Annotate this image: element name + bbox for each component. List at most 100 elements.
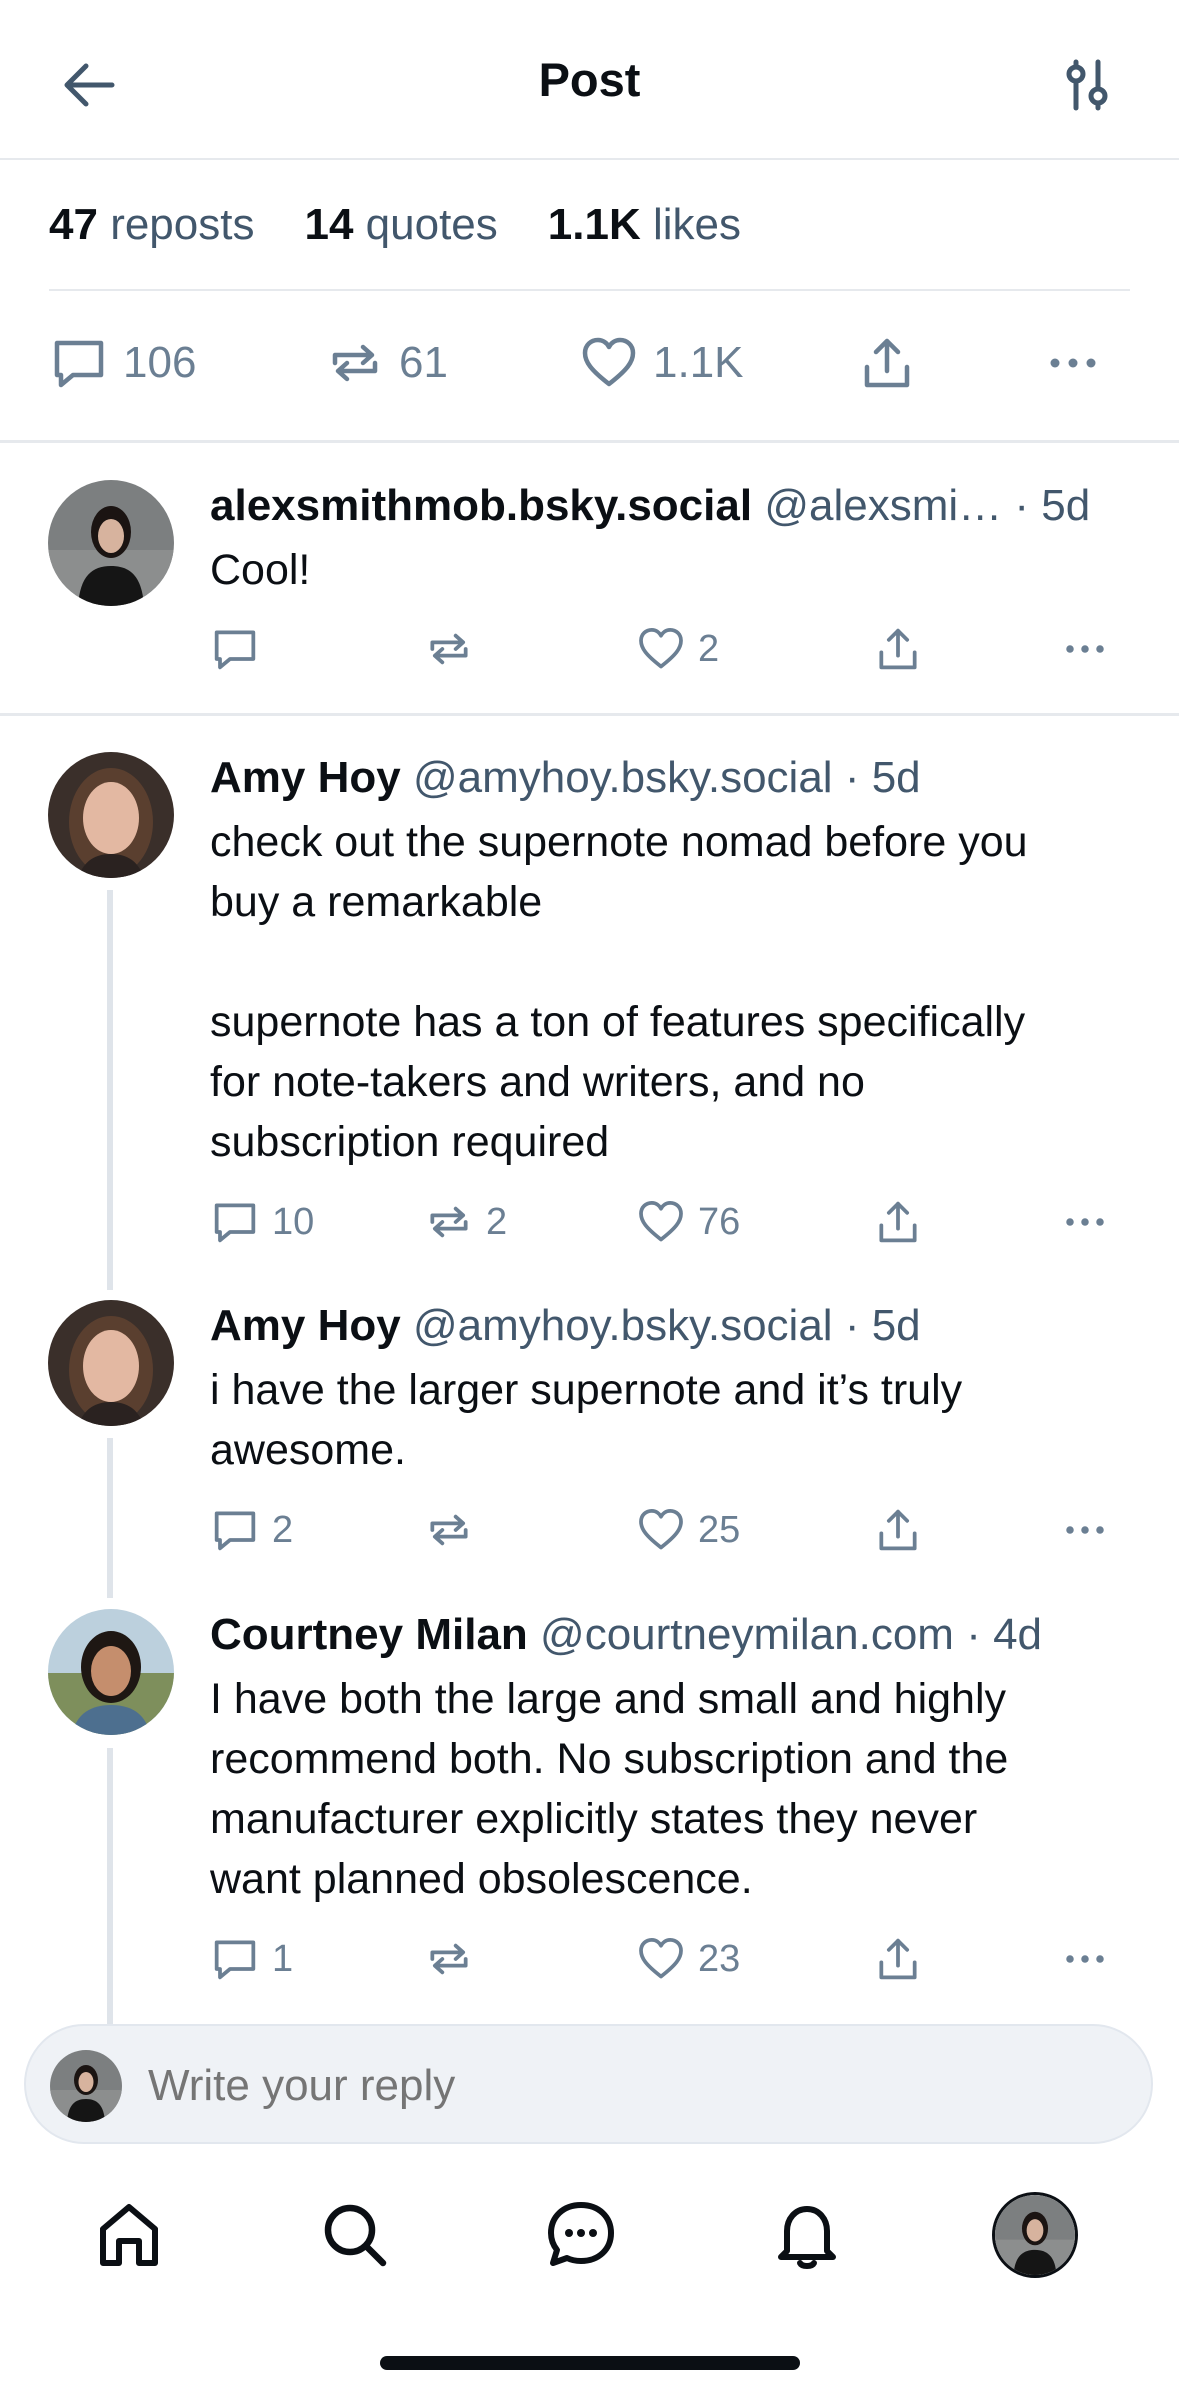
author-handle[interactable]: @alexsmi…	[764, 481, 1002, 530]
chat-icon	[548, 2202, 614, 2266]
repost-button[interactable]: 2	[424, 1194, 507, 1250]
avatar[interactable]	[48, 752, 174, 878]
like-count: 1.1K	[653, 338, 744, 387]
like-button[interactable]: 2	[636, 621, 719, 677]
share-button[interactable]	[873, 621, 935, 677]
repost-button[interactable]	[424, 1502, 486, 1558]
like-button[interactable]: 25	[636, 1502, 740, 1558]
quotes-count: 14	[304, 200, 354, 249]
reply-button[interactable]: 10	[210, 1194, 314, 1250]
heart-icon	[639, 627, 683, 669]
post-text: Cool!	[210, 546, 311, 594]
post-text: I have both the large and small and high…	[210, 1675, 1009, 1903]
sliders-icon	[1066, 59, 1108, 111]
repost-button[interactable]: 61	[325, 328, 448, 398]
reply-composer[interactable]	[24, 2024, 1153, 2144]
author-handle[interactable]: @courtneymilan.com	[540, 1610, 954, 1659]
share-button[interactable]	[873, 1194, 935, 1250]
reply-input[interactable]	[148, 2056, 848, 2116]
stats-divider	[49, 289, 1130, 291]
tab-home[interactable]	[74, 2180, 184, 2290]
avatar[interactable]	[48, 1609, 174, 1735]
more-icon	[1066, 1526, 1104, 1534]
reply-post[interactable]: alexsmithmob.bsky.social @alexsmi… · 5d …	[0, 470, 1179, 713]
more-options-button[interactable]	[1060, 1502, 1122, 1558]
post-content: Amy Hoy @amyhoy.bsky.social · 5d i have …	[210, 1296, 1131, 1480]
search-icon	[324, 2204, 387, 2267]
repost-button[interactable]	[424, 621, 486, 677]
like-count: 2	[698, 627, 720, 670]
quotes-stat[interactable]: 14 quotes	[304, 195, 497, 255]
like-count: 76	[698, 1200, 741, 1243]
reply-count: 10	[272, 1200, 315, 1243]
more-options-button[interactable]	[1043, 328, 1117, 398]
like-button[interactable]: 1.1K	[579, 328, 744, 398]
share-button[interactable]	[873, 1502, 935, 1558]
share-button[interactable]	[873, 1931, 935, 1987]
main-post-actions: 106 61 1.1K	[49, 328, 1130, 398]
avatar-image	[48, 480, 174, 606]
bottom-tab-bar	[0, 2180, 1179, 2290]
like-count: 23	[698, 1937, 741, 1980]
author-name[interactable]: Courtney Milan	[210, 1610, 528, 1659]
reply-button[interactable]	[210, 621, 272, 677]
reply-post[interactable]: Amy Hoy @amyhoy.bsky.social · 5d i have …	[0, 1296, 1179, 1596]
reposts-label: reposts	[110, 200, 255, 249]
post-actions: 10 2 76	[210, 1194, 1131, 1250]
author-name[interactable]: alexsmithmob.bsky.social	[210, 481, 752, 530]
post-actions: 2	[210, 621, 1131, 677]
author-name[interactable]: Amy Hoy	[210, 753, 401, 802]
tab-notifications[interactable]	[752, 2180, 862, 2290]
comment-icon	[214, 1511, 256, 1551]
like-count: 25	[698, 1508, 741, 1551]
reply-button[interactable]: 2	[210, 1502, 293, 1558]
like-button[interactable]: 23	[636, 1931, 740, 1987]
thread-settings-button[interactable]	[1052, 50, 1122, 120]
comment-icon	[214, 630, 256, 670]
author-handle[interactable]: @amyhoy.bsky.social	[413, 1301, 833, 1350]
reply-post[interactable]: Amy Hoy @amyhoy.bsky.social · 5d check o…	[0, 748, 1179, 1288]
post-text: check out the supernote nomad before you…	[210, 818, 1028, 1166]
tab-profile[interactable]	[980, 2180, 1090, 2290]
post-meta: Amy Hoy @amyhoy.bsky.social · 5d	[210, 748, 1131, 808]
tab-search[interactable]	[300, 2180, 410, 2290]
post-actions: 2 25	[210, 1502, 1131, 1558]
like-button[interactable]: 76	[636, 1194, 740, 1250]
post-divider	[0, 713, 1179, 716]
more-options-button[interactable]	[1060, 621, 1122, 677]
post-meta: alexsmithmob.bsky.social @alexsmi… · 5d	[210, 476, 1131, 536]
repost-icon	[430, 1206, 468, 1238]
share-icon	[879, 1938, 917, 1980]
avatar-image	[48, 752, 174, 878]
home-indicator[interactable]	[380, 2356, 800, 2370]
avatar-image	[50, 2050, 122, 2122]
share-button[interactable]	[857, 328, 931, 398]
more-icon	[1050, 358, 1096, 368]
reply-button[interactable]: 1	[210, 1931, 293, 1987]
header-divider	[0, 158, 1179, 160]
more-icon	[1066, 645, 1104, 653]
avatar[interactable]	[48, 1300, 174, 1426]
reply-count: 1	[272, 1937, 294, 1980]
avatar-image	[995, 2195, 1075, 2275]
repost-icon	[430, 1943, 468, 1975]
post-time: · 5d	[844, 753, 921, 802]
likes-stat[interactable]: 1.1K likes	[548, 195, 741, 255]
reply-post[interactable]: Courtney Milan @courtneymilan.com · 4d I…	[0, 1605, 1179, 2020]
repost-button[interactable]	[424, 1931, 486, 1987]
post-content: Amy Hoy @amyhoy.bsky.social · 5d check o…	[210, 748, 1131, 1172]
more-options-button[interactable]	[1060, 1194, 1122, 1250]
more-options-button[interactable]	[1060, 1931, 1122, 1987]
post-actions: 1 23	[210, 1931, 1131, 1987]
profile-avatar	[992, 2192, 1078, 2278]
avatar[interactable]	[48, 480, 174, 606]
author-handle[interactable]: @amyhoy.bsky.social	[413, 753, 833, 802]
reposts-stat[interactable]: 47 reposts	[49, 195, 254, 255]
author-name[interactable]: Amy Hoy	[210, 1301, 401, 1350]
heart-icon	[639, 1508, 683, 1550]
tab-chat[interactable]	[526, 2180, 636, 2290]
engagement-stats: 47 reposts 14 quotes 1.1K likes	[49, 195, 791, 255]
repost-icon	[430, 1514, 468, 1546]
likes-count: 1.1K	[547, 200, 641, 249]
reply-button[interactable]: 106	[49, 328, 196, 398]
